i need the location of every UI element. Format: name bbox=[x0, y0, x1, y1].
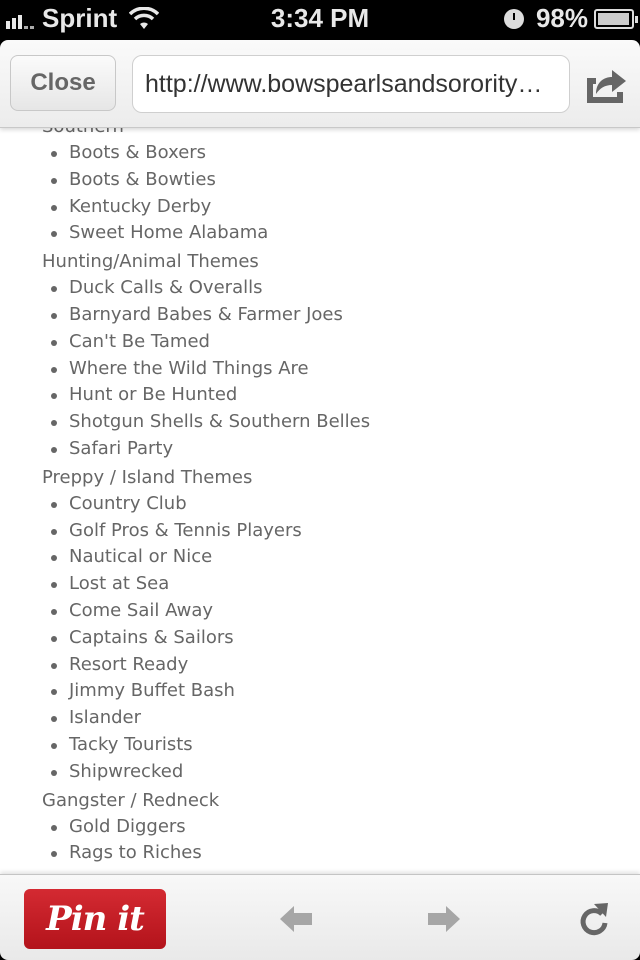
status-right: 98% bbox=[503, 3, 638, 34]
web-content[interactable]: SouthernBoots & BoxersBoots & BowtiesKen… bbox=[0, 128, 640, 874]
list-item: Nautical or Nice bbox=[42, 544, 370, 571]
list-item: Jimmy Buffet Bash bbox=[42, 678, 370, 705]
browser-toolbar: Close http://www.bowspearlsandsorority… bbox=[0, 40, 640, 128]
reload-icon[interactable] bbox=[578, 901, 612, 937]
list-item: Kentucky Derby bbox=[42, 194, 370, 221]
url-field[interactable]: http://www.bowspearlsandsorority… bbox=[132, 55, 570, 113]
back-arrow-icon[interactable] bbox=[280, 905, 314, 933]
section-heading: Gangster / Redneck bbox=[42, 789, 220, 811]
list-item: Shotgun Shells & Southern Belles bbox=[42, 409, 370, 436]
list-item: Country Club bbox=[42, 491, 370, 518]
pin-it-button[interactable]: Pin it bbox=[24, 889, 166, 949]
list-item: Boots & Bowties bbox=[42, 167, 370, 194]
list-item: Sweet Home Alabama bbox=[42, 220, 370, 247]
theme-list: SouthernBoots & BoxersBoots & BowtiesKen… bbox=[42, 128, 370, 867]
list-item: Barnyard Babes & Farmer Joes bbox=[42, 302, 370, 329]
list-item: Gold Diggers bbox=[42, 814, 370, 841]
list-item: Come Sail Away bbox=[42, 598, 370, 625]
share-icon[interactable] bbox=[584, 64, 628, 104]
list-item: Islander bbox=[42, 705, 370, 732]
list-item: Duck Calls & Overalls bbox=[42, 275, 370, 302]
section-heading: Preppy / Island Themes bbox=[42, 466, 253, 488]
section-heading: Southern bbox=[42, 128, 370, 140]
list-item: Tacky Tourists bbox=[42, 732, 370, 759]
list-item: Lost at Sea bbox=[42, 571, 370, 598]
battery-percent: 98% bbox=[535, 3, 588, 33]
list-item: Captains & Sailors bbox=[42, 625, 370, 652]
list-item: Resort Ready bbox=[42, 652, 370, 679]
close-button[interactable]: Close bbox=[10, 55, 116, 111]
url-text: http://www.bowspearlsandsorority… bbox=[145, 69, 543, 98]
forward-arrow-icon[interactable] bbox=[426, 905, 460, 933]
list-item: Where the Wild Things Are bbox=[42, 356, 370, 383]
list-item: Shipwrecked bbox=[42, 759, 370, 786]
section-heading: Hunting/Animal Themes bbox=[42, 251, 259, 273]
list-item: Rags to Riches bbox=[42, 840, 370, 867]
clock-icon bbox=[503, 8, 524, 29]
status-bar: Sprint 3:34 PM 98% bbox=[0, 0, 640, 40]
list-item: Boots & Boxers bbox=[42, 140, 370, 167]
battery-icon bbox=[594, 8, 638, 29]
list-item: Golf Pros & Tennis Players bbox=[42, 518, 370, 545]
bottom-toolbar: Pin it bbox=[0, 874, 640, 960]
list-item: Safari Party bbox=[42, 436, 370, 463]
list-item: Hunt or Be Hunted bbox=[42, 382, 370, 409]
battery-fill bbox=[598, 12, 630, 25]
list-item: Can't Be Tamed bbox=[42, 329, 370, 356]
